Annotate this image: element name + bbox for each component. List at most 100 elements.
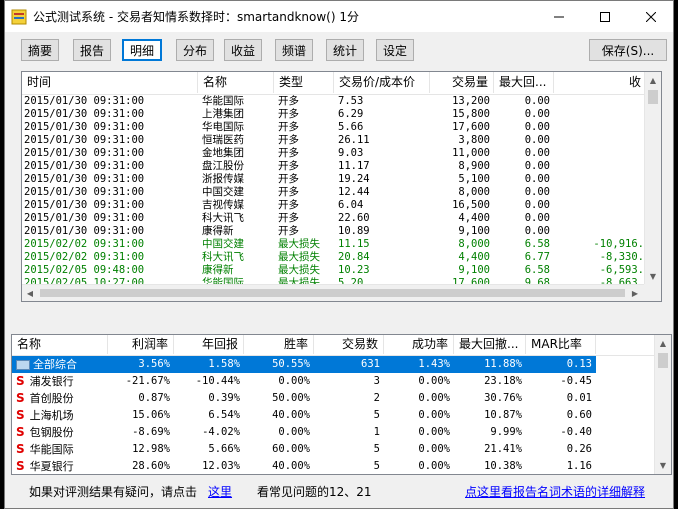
title-bar[interactable]: 公式测试系统 - 交易者知情系数择时：smartandknow() 1分	[5, 1, 673, 32]
summary-vertical-scrollbar[interactable]: ▲ ▼	[654, 335, 671, 474]
summary-row[interactable]: S 包钢股份 -8.69% -4.02% 0.00% 1 0.00% 9.99% -0.40	[12, 424, 656, 441]
window-title: 公式测试系统 - 交易者知情系数择时：smartandknow() 1分	[33, 10, 359, 24]
trade-horizontal-scrollbar[interactable]: ◀ ▶	[22, 284, 644, 301]
help-link[interactable]: 这里	[208, 483, 232, 500]
table-cell: 9.03	[338, 147, 364, 159]
col-profit-rate[interactable]: 利润率	[108, 335, 174, 354]
summary-cell: 0.00%	[418, 392, 450, 404]
table-row[interactable]: 2015/01/30 09:31:00 华能国际 开多 7.53 13,200 0.00	[22, 95, 646, 108]
horizontal-scroll-thumb[interactable]	[40, 289, 625, 297]
trade-vertical-scrollbar[interactable]: ▲ ▼	[644, 72, 661, 285]
summary-name-label: 包钢股份	[29, 426, 74, 439]
col-mar-ratio[interactable]: MAR比率	[526, 335, 596, 354]
table-row[interactable]: 2015/01/30 09:31:00 科大讯飞 开多 22.60 4,400 0.00	[22, 212, 646, 225]
table-row[interactable]: 2015/01/30 09:31:00 康得新 开多 10.89 9,100 0.00	[22, 225, 646, 238]
save-button[interactable]: 保存(S)...	[589, 39, 667, 61]
col-win-rate[interactable]: 胜率	[244, 335, 314, 354]
close-button[interactable]	[628, 1, 673, 32]
summary-row[interactable]: S 浦发银行 -21.67% -10.44% 0.00% 3 0.00% 23.18% -0.4…	[12, 373, 656, 390]
summary-table-header: 名称 利润率 年回报 胜率 交易数 成功率 最大回撤... MAR比率	[12, 335, 654, 356]
scroll-up-icon[interactable]: ▲	[645, 72, 661, 89]
summary-row[interactable]: S 华能国际 12.98% 5.66% 60.00% 5 0.00% 21.41% 0.26	[12, 441, 656, 458]
scroll-left-icon[interactable]: ◀	[22, 285, 38, 301]
summary-row[interactable]: 全部综合 3.56% 1.58% 50.55% 631 1.43% 11.88% 0.13	[12, 356, 656, 373]
table-cell: 华电国际	[202, 121, 244, 133]
table-cell: 2015/01/30 09:31:00	[24, 95, 145, 107]
scroll-thumb[interactable]	[648, 90, 658, 104]
summary-cell: 0.87%	[138, 392, 170, 404]
table-row[interactable]: 2015/02/02 09:31:00 科大讯飞 最大损失 20.84 4,400 6.7…	[22, 251, 646, 264]
summary-row[interactable]: S 首创股份 0.87% 0.39% 50.00% 2 0.00% 30.76% 0.01	[12, 390, 656, 407]
table-row[interactable]: 2015/01/30 09:31:00 中国交建 开多 12.44 8,000 0.00	[22, 186, 646, 199]
scroll-down-icon[interactable]: ▼	[645, 268, 661, 285]
maximize-button[interactable]	[582, 1, 628, 32]
tab-statistics[interactable]: 统计	[326, 39, 364, 61]
scroll-thumb[interactable]	[658, 353, 668, 368]
folder-icon	[16, 360, 30, 370]
tab-details[interactable]: 明细	[122, 39, 162, 61]
summary-cell: 50.00%	[272, 392, 310, 404]
col-max-drawdown-summary[interactable]: 最大回撤...	[454, 335, 526, 354]
table-cell: 6.58	[524, 264, 550, 276]
stock-icon: S	[16, 408, 25, 422]
tab-distribution[interactable]: 分布	[176, 39, 214, 61]
col-success-rate[interactable]: 成功率	[384, 335, 454, 354]
tab-report[interactable]: 报告	[73, 39, 111, 61]
table-row[interactable]: 2015/01/30 09:31:00 上港集团 开多 6.29 15,800 0.00	[22, 108, 646, 121]
tab-settings[interactable]: 设定	[376, 39, 414, 61]
table-row[interactable]: 2015/01/30 09:31:00 盘江股份 开多 11.17 8,900 0.00	[22, 160, 646, 173]
minimize-button[interactable]	[536, 1, 582, 32]
scroll-corner	[644, 284, 661, 301]
col-type[interactable]: 类型	[274, 72, 334, 93]
summary-name-cell: S 浦发银行	[16, 373, 108, 390]
summary-cell: 0.01	[566, 392, 592, 404]
tab-summary[interactable]: 摘要	[21, 39, 59, 61]
summary-cell: 1.58%	[208, 358, 240, 370]
glossary-link[interactable]: 点这里看报告名词术语的详细解释	[465, 483, 645, 500]
col-summary-name[interactable]: 名称	[12, 335, 108, 354]
table-cell: 开多	[278, 173, 299, 185]
table-cell	[554, 134, 644, 147]
col-max-drawdown[interactable]: 最大回...	[494, 72, 554, 93]
summary-cell: 1.16	[566, 460, 592, 472]
table-cell: 11.15	[338, 238, 370, 250]
table-cell: 2015/01/30 09:31:00	[24, 199, 145, 211]
col-annual-return[interactable]: 年回报	[174, 335, 244, 354]
table-row[interactable]: 2015/02/05 09:48:00 康得新 最大损失 10.23 9,100 6.58…	[22, 264, 646, 277]
col-volume[interactable]: 交易量	[430, 72, 494, 93]
table-row[interactable]: 2015/01/30 09:31:00 恒瑞医药 开多 26.11 3,800 0.00	[22, 134, 646, 147]
col-time[interactable]: 时间	[22, 72, 198, 93]
table-cell: 科大讯飞	[202, 212, 244, 224]
table-cell: 4,400	[458, 251, 490, 263]
scroll-down-icon[interactable]: ▼	[655, 457, 671, 474]
scroll-right-icon[interactable]: ▶	[627, 285, 643, 301]
summary-cell: 0.00%	[418, 460, 450, 472]
table-cell	[554, 160, 644, 173]
table-row[interactable]: 2015/01/30 09:31:00 浙报传媒 开多 19.24 5,100 0.00	[22, 173, 646, 186]
summary-cell: -4.02%	[202, 426, 240, 438]
summary-cell: 60.00%	[272, 443, 310, 455]
tab-profit[interactable]: 收益	[224, 39, 262, 61]
table-row[interactable]: 2015/01/30 09:31:00 华电国际 开多 5.66 17,600 0.00	[22, 121, 646, 134]
summary-row[interactable]: S 华夏银行 28.60% 12.03% 40.00% 5 0.00% 10.38% 1.16	[12, 458, 656, 474]
table-cell: 浙报传媒	[202, 173, 244, 185]
summary-name-label: 华夏银行	[29, 460, 74, 473]
summary-cell: 30.76%	[484, 392, 522, 404]
table-cell: 2015/01/30 09:31:00	[24, 134, 145, 146]
table-cell: 6.58	[524, 238, 550, 250]
maximize-icon	[600, 11, 610, 22]
col-name[interactable]: 名称	[198, 72, 274, 93]
summary-cell: 6.54%	[208, 409, 240, 421]
col-price[interactable]: 交易价/成本价	[334, 72, 430, 93]
summary-row[interactable]: S 上海机场 15.06% 6.54% 40.00% 5 0.00% 10.87% 0.60	[12, 407, 656, 424]
table-row[interactable]: 2015/01/30 09:31:00 吉视传媒 开多 6.04 16,500 0.00	[22, 199, 646, 212]
table-row[interactable]: 2015/02/02 09:31:00 中国交建 最大损失 11.15 8,000 6.5…	[22, 238, 646, 251]
table-row[interactable]: 2015/01/30 09:31:00 金地集团 开多 9.03 11,000 0.00	[22, 147, 646, 160]
col-profit[interactable]: 收	[554, 72, 646, 93]
col-trade-count[interactable]: 交易数	[314, 335, 384, 354]
tab-spectrum[interactable]: 频谱	[275, 39, 313, 61]
summary-cell: 5	[373, 460, 380, 472]
summary-cell: -10.44%	[195, 375, 240, 387]
table-cell: 开多	[278, 212, 299, 224]
scroll-up-icon[interactable]: ▲	[655, 335, 671, 352]
